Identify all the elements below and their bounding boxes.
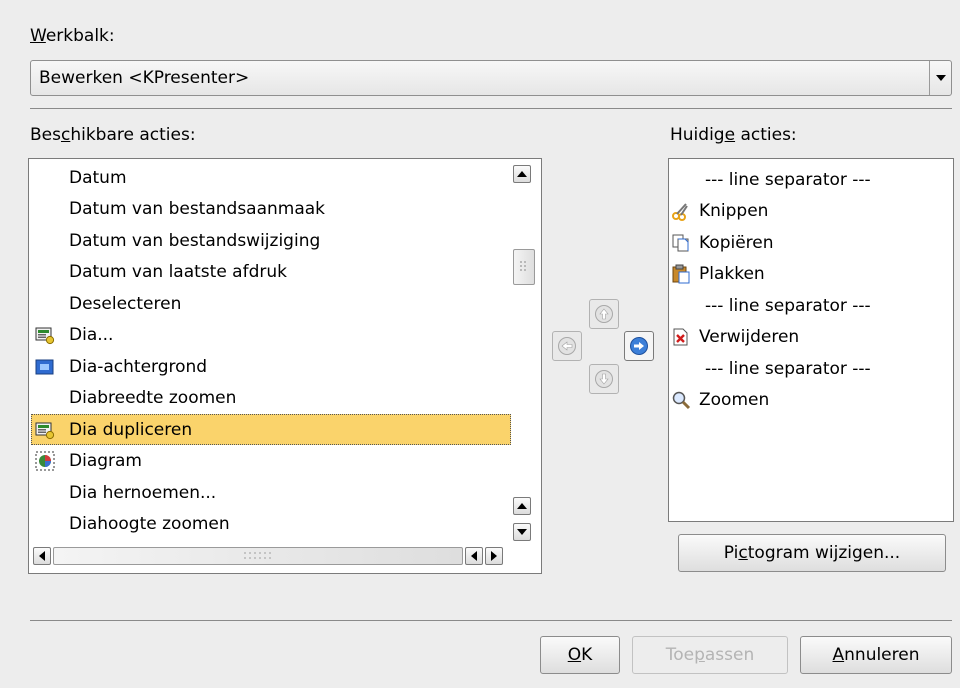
list-item[interactable]: Datum van laatste afdruk <box>31 257 511 288</box>
apply-button[interactable]: Toe p assen <box>632 636 788 674</box>
current-actions-list[interactable]: --- line separator --- Knippen Kopiëren Pla… <box>668 158 954 522</box>
list-item[interactable]: Datum <box>31 162 511 193</box>
list-item-label: Datum van laatste afdruk <box>69 262 287 282</box>
list-item[interactable]: Datum van bestandsaanmaak <box>31 194 511 225</box>
list-item-label: Datum <box>69 167 127 188</box>
list-item-label: --- line separator --- <box>705 169 871 190</box>
list-item-label: Plakken <box>699 264 765 284</box>
grip-icon <box>520 261 526 271</box>
scroll-down-button[interactable] <box>513 523 531 541</box>
slide-add-icon <box>35 325 55 345</box>
list-item[interactable]: Knippen <box>671 196 951 227</box>
blank-icon-slot <box>35 483 55 503</box>
move-left-button[interactable] <box>552 331 582 361</box>
paste-icon <box>671 264 691 284</box>
scroll-right-button[interactable] <box>485 547 503 565</box>
blank-icon-slot <box>671 359 691 379</box>
blank-icon-slot <box>35 294 55 314</box>
list-item-label: Datum van bestandsaanmaak <box>69 199 326 219</box>
list-item-label: Dia hernoemen... <box>69 482 217 503</box>
chevron-down-icon[interactable] <box>929 61 951 95</box>
blank-icon-slot <box>35 262 55 282</box>
list-item-label: Diahoogte zoomen <box>69 514 230 534</box>
list-item[interactable]: Dia... <box>31 320 511 351</box>
scroll-up-button-lower[interactable] <box>513 497 531 515</box>
toolbar-select[interactable]: Bewerken <KPresenter> <box>30 60 952 96</box>
slide-duplicate-icon <box>35 420 55 440</box>
blank-icon-slot <box>671 296 691 316</box>
blank-icon-slot <box>35 168 55 188</box>
zoom-icon <box>671 390 691 410</box>
list-item[interactable]: Diagram <box>31 446 511 477</box>
arrow-left-icon <box>558 337 576 355</box>
list-item-label: Kopiëren <box>699 232 774 253</box>
change-icon-button[interactable]: Pi c togram wijzigen... <box>678 534 946 572</box>
grip-icon <box>244 552 271 559</box>
blank-icon-slot <box>35 199 55 219</box>
list-item[interactable]: Datum van bestandswijziging <box>31 225 511 256</box>
list-item[interactable]: --- line separator --- <box>671 164 951 195</box>
move-right-button[interactable] <box>624 331 654 361</box>
available-actions-label: Beschikbare acties: <box>30 125 196 145</box>
list-item[interactable]: Plakken <box>671 259 951 290</box>
list-item-label: Diagram <box>69 451 142 471</box>
list-item-label: --- line separator --- <box>705 358 871 379</box>
ok-button[interactable]: OK <box>540 636 620 674</box>
copy-icon <box>671 233 691 253</box>
list-item[interactable]: Verwijderen <box>671 322 951 353</box>
list-item[interactable]: Deselecteren <box>31 288 511 319</box>
list-item-label: Deselecteren <box>69 293 182 314</box>
list-item[interactable]: Diahoogte zoomen <box>31 509 511 540</box>
list-item-label: Verwijderen <box>699 327 800 347</box>
scroll-up-button[interactable] <box>513 165 531 183</box>
horizontal-scroll-thumb[interactable] <box>53 547 463 565</box>
list-item[interactable]: Dia dupliceren <box>31 414 511 445</box>
vertical-scroll-thumb[interactable] <box>513 249 535 285</box>
list-item[interactable]: Zoomen <box>671 385 951 416</box>
move-up-button[interactable] <box>589 299 619 329</box>
blank-icon-slot <box>35 231 55 251</box>
blank-icon-slot <box>35 388 55 408</box>
scroll-left-button-right[interactable] <box>465 547 483 565</box>
available-actions-list[interactable]: Datum Datum van bestandsaanmaak Datum van … <box>28 158 542 574</box>
separator-bottom <box>30 620 952 621</box>
list-item[interactable]: --- line separator --- <box>671 290 951 321</box>
list-item[interactable]: Diabreedte zoomen <box>31 383 511 414</box>
move-down-button[interactable] <box>589 364 619 394</box>
cancel-button[interactable]: Annuleren <box>800 636 952 674</box>
separator-top <box>30 108 952 109</box>
list-item-label: Dia... <box>69 325 114 345</box>
list-item-label: Dia dupliceren <box>69 419 193 440</box>
list-item-label: Diabreedte zoomen <box>69 388 237 408</box>
list-item-label: Zoomen <box>699 390 770 410</box>
scissors-icon <box>671 201 691 221</box>
diagram-icon <box>35 451 55 471</box>
arrow-down-icon <box>595 370 613 388</box>
arrow-right-icon <box>630 337 648 355</box>
current-actions-label: Huidige acties: <box>670 125 797 145</box>
blank-icon-slot <box>671 170 691 190</box>
list-item[interactable]: Dia hernoemen... <box>31 477 511 508</box>
blank-icon-slot <box>35 514 55 534</box>
scroll-left-button[interactable] <box>33 547 51 565</box>
list-item-label: Knippen <box>699 201 769 221</box>
arrow-up-icon <box>595 305 613 323</box>
list-item[interactable]: Dia-achtergrond <box>31 351 511 382</box>
list-item-label: --- line separator --- <box>705 295 871 316</box>
delete-icon <box>671 327 691 347</box>
toolbar-select-value: Bewerken <KPresenter> <box>39 68 250 88</box>
list-item-label: Datum van bestandswijziging <box>69 230 321 251</box>
list-item-label: Dia-achtergrond <box>69 356 208 377</box>
list-item[interactable]: Kopiëren <box>671 227 951 258</box>
slide-background-icon <box>35 357 55 377</box>
list-item[interactable]: --- line separator --- <box>671 353 951 384</box>
toolbar-label: Werkbalk: <box>30 26 115 46</box>
